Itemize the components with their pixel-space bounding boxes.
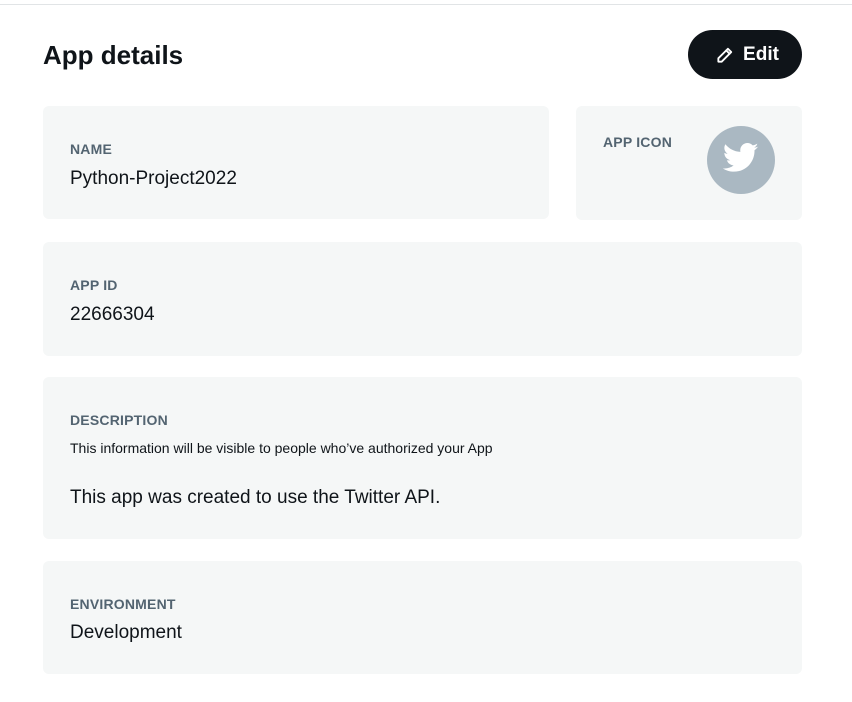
app-icon-card: APP ICON	[576, 106, 802, 220]
description-value: This app was created to use the Twitter …	[70, 487, 441, 508]
twitter-bird-icon	[722, 142, 759, 178]
app-id-card: APP ID 22666304	[43, 242, 802, 356]
description-helper: This information will be visible to peop…	[70, 440, 493, 456]
name-label: NAME	[70, 141, 113, 157]
environment-value: Development	[70, 622, 182, 643]
description-label: DESCRIPTION	[70, 412, 168, 428]
pencil-icon	[715, 45, 735, 65]
edit-button[interactable]: Edit	[688, 30, 802, 79]
edit-button-label: Edit	[743, 43, 779, 65]
app-id-label: APP ID	[70, 277, 118, 293]
page-title: App details	[43, 40, 184, 70]
environment-label: ENVIRONMENT	[70, 596, 176, 612]
app-icon-label: APP ICON	[603, 134, 673, 150]
app-id-value: 22666304	[70, 304, 155, 325]
environment-card: ENVIRONMENT Development	[43, 561, 802, 674]
description-card: DESCRIPTION This information will be vis…	[43, 377, 802, 539]
app-avatar	[707, 126, 775, 194]
top-divider	[0, 4, 852, 5]
name-card: NAME Python-Project2022	[43, 106, 549, 219]
name-value: Python-Project2022	[70, 168, 237, 189]
